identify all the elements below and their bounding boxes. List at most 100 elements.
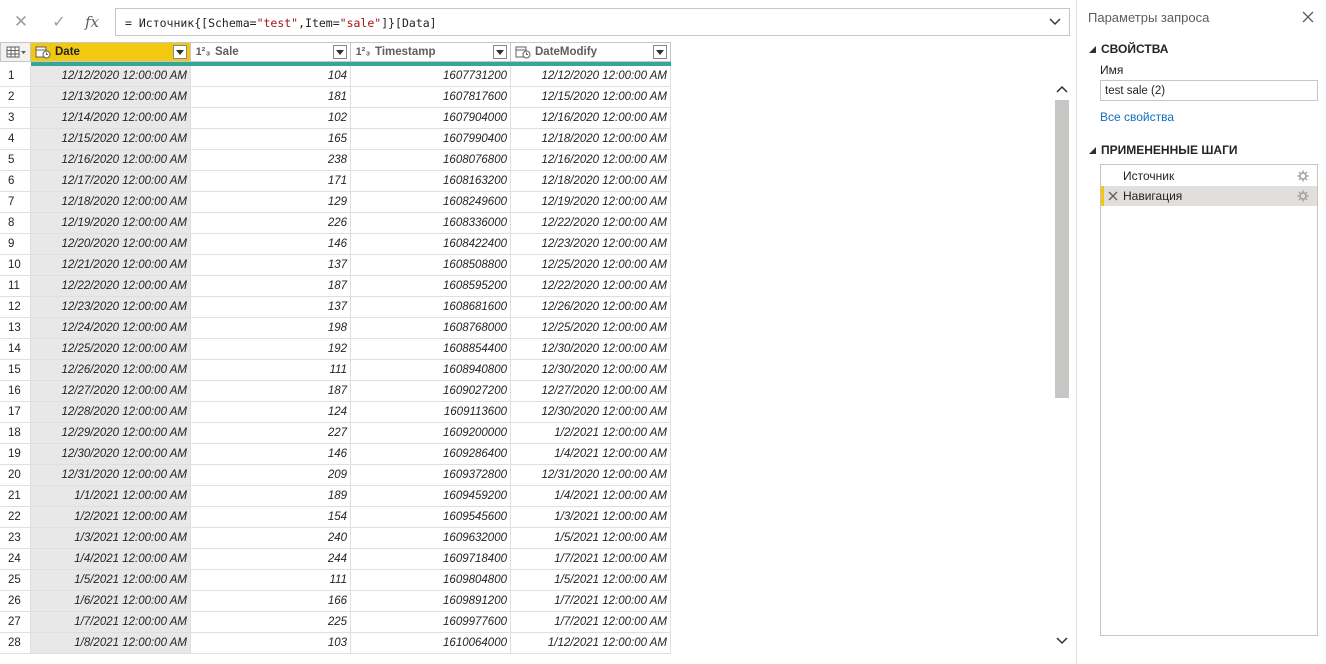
table-row[interactable]: 6 12/17/2020 12:00:00 AM 171 1608163200 12/1… <box>0 171 672 192</box>
cell-sale[interactable]: 171 <box>191 171 351 192</box>
cell-sale[interactable]: 104 <box>191 66 351 87</box>
table-row[interactable]: 23 1/3/2021 12:00:00 AM 240 1609632000 1/5/2… <box>0 528 672 549</box>
cell-sale[interactable]: 102 <box>191 108 351 129</box>
cell-datemodify[interactable]: 1/5/2021 12:00:00 AM <box>511 528 671 549</box>
cell-timestamp[interactable]: 1610064000 <box>351 633 511 654</box>
fx-icon[interactable]: fx <box>80 10 104 34</box>
cell-date[interactable]: 1/3/2021 12:00:00 AM <box>31 528 191 549</box>
row-number[interactable]: 10 <box>0 255 31 276</box>
cell-datemodify[interactable]: 12/31/2020 12:00:00 AM <box>511 465 671 486</box>
cell-timestamp[interactable]: 1609632000 <box>351 528 511 549</box>
cell-sale[interactable]: 165 <box>191 129 351 150</box>
cell-datemodify[interactable]: 1/2/2021 12:00:00 AM <box>511 423 671 444</box>
cell-timestamp[interactable]: 1608681600 <box>351 297 511 318</box>
cell-timestamp[interactable]: 1608595200 <box>351 276 511 297</box>
cell-datemodify[interactable]: 12/16/2020 12:00:00 AM <box>511 108 671 129</box>
cell-timestamp[interactable]: 1609027200 <box>351 381 511 402</box>
delete-step-icon[interactable] <box>1107 190 1119 202</box>
vertical-scrollbar[interactable] <box>1053 78 1071 648</box>
cell-sale[interactable]: 225 <box>191 612 351 633</box>
row-number[interactable]: 20 <box>0 465 31 486</box>
cell-timestamp[interactable]: 1607904000 <box>351 108 511 129</box>
cell-date[interactable]: 12/20/2020 12:00:00 AM <box>31 234 191 255</box>
cell-datemodify[interactable]: 12/30/2020 12:00:00 AM <box>511 402 671 423</box>
cell-sale[interactable]: 154 <box>191 507 351 528</box>
cell-date[interactable]: 12/25/2020 12:00:00 AM <box>31 339 191 360</box>
cell-sale[interactable]: 181 <box>191 87 351 108</box>
applied-step-source[interactable]: Источник <box>1101 166 1317 186</box>
table-row[interactable]: 1 12/12/2020 12:00:00 AM 104 1607731200 12/1… <box>0 66 672 87</box>
cell-date[interactable]: 12/14/2020 12:00:00 AM <box>31 108 191 129</box>
cell-date[interactable]: 12/29/2020 12:00:00 AM <box>31 423 191 444</box>
cell-date[interactable]: 12/21/2020 12:00:00 AM <box>31 255 191 276</box>
table-row[interactable]: 14 12/25/2020 12:00:00 AM 192 1608854400 12/… <box>0 339 672 360</box>
table-row[interactable]: 26 1/6/2021 12:00:00 AM 166 1609891200 1/7/2… <box>0 591 672 612</box>
cell-date[interactable]: 12/27/2020 12:00:00 AM <box>31 381 191 402</box>
cell-datemodify[interactable]: 12/22/2020 12:00:00 AM <box>511 213 671 234</box>
gear-icon[interactable] <box>1297 190 1309 202</box>
cell-datemodify[interactable]: 12/12/2020 12:00:00 AM <box>511 66 671 87</box>
cell-datemodify[interactable]: 12/15/2020 12:00:00 AM <box>511 87 671 108</box>
commit-formula-icon[interactable]: ✓ <box>47 10 71 34</box>
cancel-formula-icon[interactable]: ✕ <box>9 10 33 34</box>
cell-datemodify[interactable]: 12/27/2020 12:00:00 AM <box>511 381 671 402</box>
row-number[interactable]: 21 <box>0 486 31 507</box>
table-row[interactable]: 4 12/15/2020 12:00:00 AM 165 1607990400 12/1… <box>0 129 672 150</box>
row-number[interactable]: 2 <box>0 87 31 108</box>
cell-sale[interactable]: 240 <box>191 528 351 549</box>
cell-sale[interactable]: 238 <box>191 150 351 171</box>
cell-datemodify[interactable]: 1/12/2021 12:00:00 AM <box>511 633 671 654</box>
applied-step-navigation[interactable]: Навигация <box>1101 186 1317 206</box>
row-number[interactable]: 14 <box>0 339 31 360</box>
cell-timestamp[interactable]: 1608076800 <box>351 150 511 171</box>
cell-timestamp[interactable]: 1609200000 <box>351 423 511 444</box>
row-number[interactable]: 12 <box>0 297 31 318</box>
cell-sale[interactable]: 146 <box>191 444 351 465</box>
row-number[interactable]: 25 <box>0 570 31 591</box>
row-number[interactable]: 19 <box>0 444 31 465</box>
cell-timestamp[interactable]: 1608508800 <box>351 255 511 276</box>
cell-datemodify[interactable]: 1/5/2021 12:00:00 AM <box>511 570 671 591</box>
table-row[interactable]: 19 12/30/2020 12:00:00 AM 146 1609286400 1/4… <box>0 444 672 465</box>
cell-date[interactable]: 1/5/2021 12:00:00 AM <box>31 570 191 591</box>
cell-datemodify[interactable]: 1/4/2021 12:00:00 AM <box>511 486 671 507</box>
cell-sale[interactable]: 189 <box>191 486 351 507</box>
number-type-icon[interactable]: 1²₃ <box>195 45 211 59</box>
table-row[interactable]: 7 12/18/2020 12:00:00 AM 129 1608249600 12/1… <box>0 192 672 213</box>
cell-datemodify[interactable]: 1/4/2021 12:00:00 AM <box>511 444 671 465</box>
cell-timestamp[interactable]: 1609891200 <box>351 591 511 612</box>
table-row[interactable]: 24 1/4/2021 12:00:00 AM 244 1609718400 1/7/2… <box>0 549 672 570</box>
cell-date[interactable]: 12/26/2020 12:00:00 AM <box>31 360 191 381</box>
row-number[interactable]: 24 <box>0 549 31 570</box>
row-number[interactable]: 1 <box>0 66 31 87</box>
cell-timestamp[interactable]: 1607731200 <box>351 66 511 87</box>
cell-timestamp[interactable]: 1608422400 <box>351 234 511 255</box>
cell-sale[interactable]: 187 <box>191 381 351 402</box>
properties-section-header[interactable]: СВОЙСТВА <box>1087 42 1168 56</box>
cell-date[interactable]: 1/7/2021 12:00:00 AM <box>31 612 191 633</box>
cell-sale[interactable]: 103 <box>191 633 351 654</box>
cell-timestamp[interactable]: 1609113600 <box>351 402 511 423</box>
cell-sale[interactable]: 192 <box>191 339 351 360</box>
cell-date[interactable]: 12/18/2020 12:00:00 AM <box>31 192 191 213</box>
cell-date[interactable]: 12/12/2020 12:00:00 AM <box>31 66 191 87</box>
datetime-type-icon[interactable] <box>515 45 531 59</box>
cell-sale[interactable]: 187 <box>191 276 351 297</box>
cell-date[interactable]: 12/28/2020 12:00:00 AM <box>31 402 191 423</box>
scroll-up-icon[interactable] <box>1055 82 1069 96</box>
cell-datemodify[interactable]: 12/23/2020 12:00:00 AM <box>511 234 671 255</box>
cell-date[interactable]: 12/19/2020 12:00:00 AM <box>31 213 191 234</box>
row-number[interactable]: 22 <box>0 507 31 528</box>
query-name-input[interactable] <box>1100 80 1318 101</box>
close-icon[interactable] <box>1300 9 1316 25</box>
table-row[interactable]: 16 12/27/2020 12:00:00 AM 187 1609027200 12/… <box>0 381 672 402</box>
cell-datemodify[interactable]: 12/18/2020 12:00:00 AM <box>511 171 671 192</box>
cell-sale[interactable]: 137 <box>191 297 351 318</box>
cell-date[interactable]: 12/24/2020 12:00:00 AM <box>31 318 191 339</box>
row-number[interactable]: 6 <box>0 171 31 192</box>
cell-sale[interactable]: 226 <box>191 213 351 234</box>
row-number[interactable]: 27 <box>0 612 31 633</box>
row-number[interactable]: 8 <box>0 213 31 234</box>
cell-sale[interactable]: 198 <box>191 318 351 339</box>
all-properties-link[interactable]: Все свойства <box>1100 110 1174 124</box>
